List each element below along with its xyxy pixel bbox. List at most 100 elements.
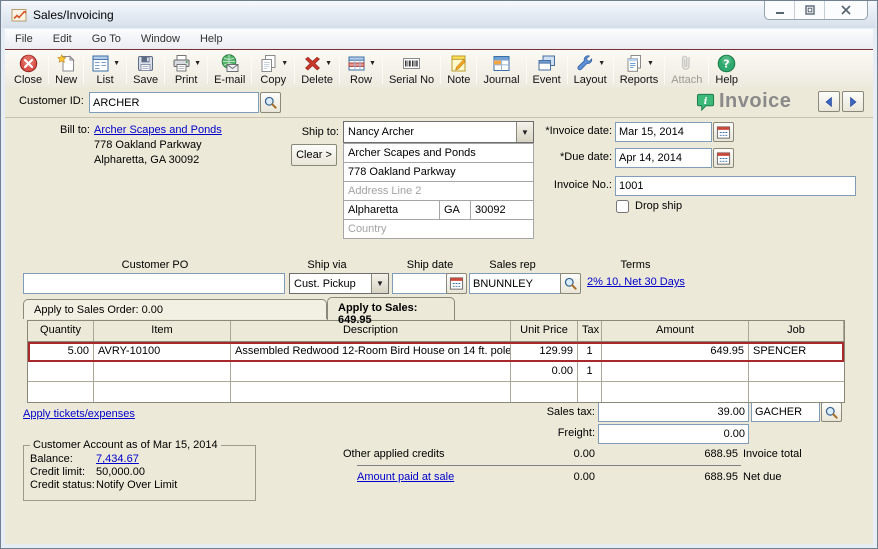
toolbar-reports-button[interactable]: ▼Reports bbox=[615, 51, 664, 87]
cell-job[interactable]: SPENCER bbox=[749, 342, 844, 362]
sales-rep-input[interactable] bbox=[469, 273, 561, 294]
cell-unit_price[interactable]: 129.99 bbox=[511, 342, 578, 362]
sales-rep-lookup-button[interactable] bbox=[560, 273, 581, 294]
toolbar-serial-no-button[interactable]: Serial No bbox=[384, 51, 439, 87]
tab-apply-to-sales-order[interactable]: Apply to Sales Order: 0.00 bbox=[23, 299, 327, 319]
due-date-calendar-button[interactable] bbox=[713, 148, 734, 168]
apply-tickets-link[interactable]: Apply tickets/expenses bbox=[23, 408, 135, 420]
toolbar-save-button[interactable]: Save bbox=[128, 51, 163, 87]
layout-dropdown-arrow-icon[interactable]: ▼ bbox=[598, 60, 605, 67]
toolbar-journal-button[interactable]: Journal bbox=[478, 51, 524, 87]
menu-help[interactable]: Help bbox=[190, 30, 233, 48]
toolbar-new-button[interactable]: New bbox=[50, 51, 82, 87]
ship-to-state-field[interactable] bbox=[439, 200, 471, 220]
delete-dropdown-arrow-icon[interactable]: ▼ bbox=[325, 60, 332, 67]
line-item-row-2[interactable]: 0.001 bbox=[28, 362, 844, 382]
customer-po-input[interactable] bbox=[23, 273, 285, 294]
invoice-date-calendar-button[interactable] bbox=[713, 122, 734, 142]
toolbar-separator bbox=[664, 55, 665, 84]
ship-to-address1-field[interactable] bbox=[343, 162, 534, 182]
sales-tax-code-input[interactable] bbox=[751, 402, 820, 422]
menu-window[interactable]: Window bbox=[131, 30, 190, 48]
cell-tax[interactable]: 1 bbox=[578, 342, 602, 362]
ship-via-combo[interactable]: ▼ bbox=[289, 273, 389, 294]
line-item-row-3[interactable] bbox=[28, 382, 844, 402]
amount-paid-at-sale-link[interactable]: Amount paid at sale bbox=[357, 471, 454, 483]
clear-ship-to-button[interactable]: Clear > bbox=[291, 144, 337, 166]
close-window-button[interactable] bbox=[825, 1, 867, 19]
toolbar-help-button[interactable]: ?Help bbox=[710, 51, 743, 87]
toolbar-list-button[interactable]: ▼ List bbox=[85, 51, 125, 87]
customer-id-lookup-button[interactable] bbox=[260, 92, 281, 113]
restore-button[interactable] bbox=[795, 1, 825, 19]
sales-tax-lookup-button[interactable] bbox=[821, 402, 842, 422]
title-bar[interactable]: Sales/Invoicing bbox=[2, 1, 876, 28]
ship-to-address2-field[interactable] bbox=[343, 181, 534, 201]
toolbar-copy-button[interactable]: ▼Copy bbox=[253, 51, 293, 87]
cell-quantity[interactable] bbox=[28, 362, 94, 382]
menu-edit[interactable]: Edit bbox=[43, 30, 82, 48]
cell-item[interactable] bbox=[94, 382, 231, 402]
toolbar-row-button[interactable]: ▼Row bbox=[341, 51, 381, 87]
terms-link[interactable]: 2% 10, Net 30 Days bbox=[587, 276, 685, 288]
toolbar-layout-button[interactable]: ▼Layout bbox=[569, 51, 612, 87]
cell-amount[interactable] bbox=[602, 382, 749, 402]
toolbar-close-button[interactable]: Close bbox=[9, 51, 47, 87]
minimize-button[interactable] bbox=[765, 1, 795, 19]
help-icon: ? bbox=[716, 53, 737, 74]
drop-ship-checkbox[interactable] bbox=[616, 200, 629, 213]
line-item-row-1[interactable]: 5.00AVRY-10100Assembled Redwood 12-Room … bbox=[28, 342, 844, 362]
cell-amount[interactable]: 649.95 bbox=[602, 342, 749, 362]
cell-item[interactable]: AVRY-10100 bbox=[94, 342, 231, 362]
ship-to-recipient-input[interactable] bbox=[344, 122, 516, 142]
print-dropdown-arrow-icon[interactable]: ▼ bbox=[194, 60, 201, 67]
ship-via-input[interactable] bbox=[290, 274, 371, 293]
credit-limit-value: 50,000.00 bbox=[96, 466, 145, 478]
menu-go-to[interactable]: Go To bbox=[82, 30, 131, 48]
cell-description[interactable] bbox=[231, 382, 511, 402]
balance-link[interactable]: 7,434.67 bbox=[96, 453, 139, 465]
cell-job[interactable] bbox=[749, 382, 844, 402]
tab-apply-to-sales[interactable]: Apply to Sales: 649.95 bbox=[327, 297, 455, 320]
toolbar-email-button[interactable]: E-mail bbox=[209, 51, 250, 87]
customer-id-input[interactable] bbox=[89, 92, 259, 113]
cell-unit_price[interactable]: 0.00 bbox=[511, 362, 578, 382]
cell-description[interactable]: Assembled Redwood 12-Room Bird House on … bbox=[231, 342, 511, 362]
invoice-date-input[interactable] bbox=[615, 122, 712, 142]
toolbar-print-button[interactable]: ▼Print bbox=[166, 51, 206, 87]
freight-input[interactable] bbox=[598, 424, 749, 444]
list-dropdown-arrow-icon[interactable]: ▼ bbox=[113, 60, 120, 67]
bill-to-customer-link[interactable]: Archer Scapes and Ponds bbox=[94, 124, 222, 136]
toolbar-note-button[interactable]: Note bbox=[442, 51, 475, 87]
ship-to-country-field[interactable] bbox=[343, 219, 534, 239]
due-date-input[interactable] bbox=[615, 148, 712, 168]
ship-to-company-field[interactable] bbox=[343, 143, 534, 163]
copy-dropdown-arrow-icon[interactable]: ▼ bbox=[281, 60, 288, 67]
toolbar-delete-button[interactable]: ▼Delete bbox=[296, 51, 338, 87]
invoice-no-input[interactable] bbox=[615, 176, 856, 196]
cell-tax[interactable]: 1 bbox=[578, 362, 602, 382]
ship-via-dropdown-arrow-icon[interactable]: ▼ bbox=[371, 274, 388, 293]
ship-date-calendar-button[interactable] bbox=[446, 273, 467, 294]
cell-quantity[interactable]: 5.00 bbox=[28, 342, 94, 362]
cell-job[interactable] bbox=[749, 362, 844, 382]
toolbar-event-button[interactable]: Event bbox=[528, 51, 566, 87]
cell-item[interactable] bbox=[94, 362, 231, 382]
cell-amount[interactable] bbox=[602, 362, 749, 382]
next-record-button[interactable] bbox=[842, 91, 864, 112]
row-dropdown-arrow-icon[interactable]: ▼ bbox=[369, 60, 376, 67]
ship-to-recipient-combo[interactable]: ▼ bbox=[343, 121, 534, 143]
cell-quantity[interactable] bbox=[28, 382, 94, 402]
sales-tax-input[interactable] bbox=[598, 402, 749, 422]
ship-to-city-field[interactable] bbox=[343, 200, 440, 220]
cell-description[interactable] bbox=[231, 362, 511, 382]
ship-date-input[interactable] bbox=[392, 273, 447, 294]
cell-unit_price[interactable] bbox=[511, 382, 578, 402]
previous-record-button[interactable] bbox=[818, 91, 840, 112]
menu-file[interactable]: File bbox=[5, 30, 43, 48]
reports-dropdown-arrow-icon[interactable]: ▼ bbox=[647, 60, 654, 67]
ship-to-zip-field[interactable] bbox=[470, 200, 534, 220]
toolbar-attach-button: Attach bbox=[666, 51, 707, 87]
cell-tax[interactable] bbox=[578, 382, 602, 402]
toolbar-list-label: List bbox=[97, 74, 114, 87]
